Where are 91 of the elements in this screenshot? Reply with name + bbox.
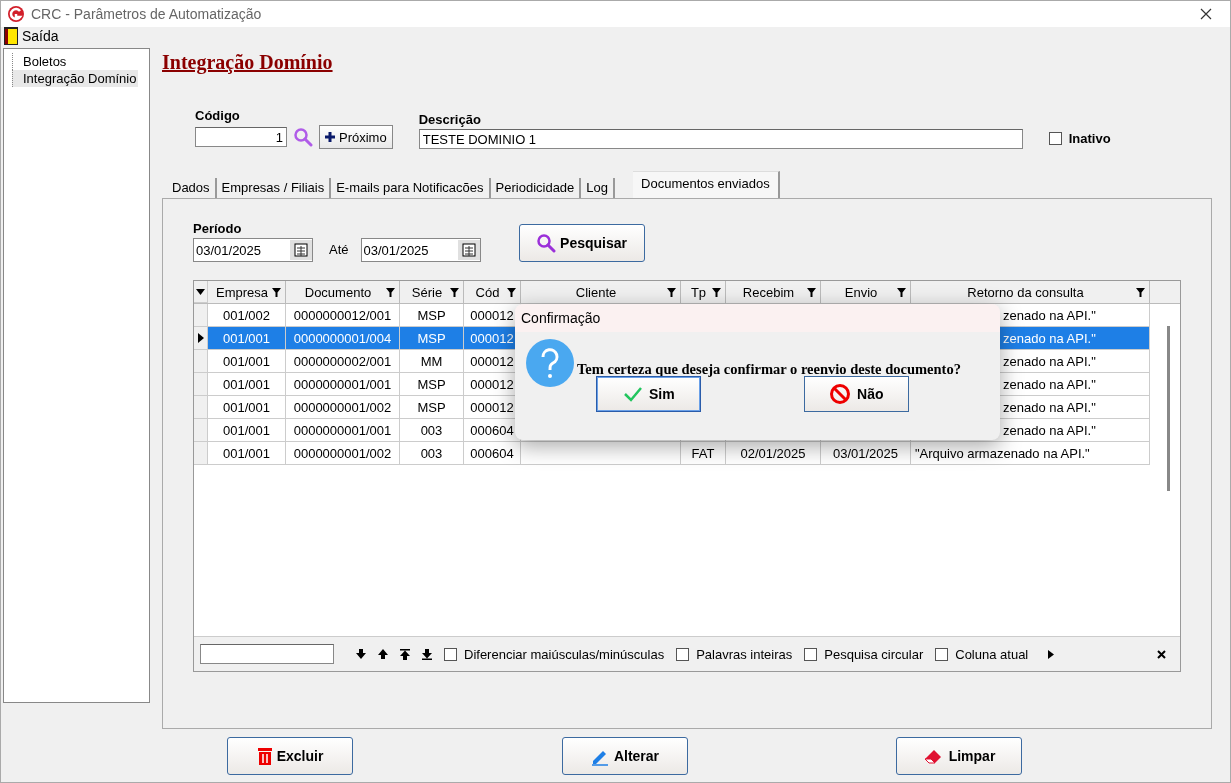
filter-icon[interactable] [507,287,516,297]
app-logo-icon [7,5,25,24]
column-header[interactable]: Envio [821,281,911,304]
tree-item[interactable]: Integração Domínio [12,70,139,88]
jump-top-icon[interactable] [400,648,410,660]
table-cell: 03/01/2025 [821,442,911,466]
jump-bottom-icon[interactable] [422,648,432,660]
column-header[interactable]: Cód [464,281,521,304]
arrow-right-icon[interactable] [1048,649,1055,659]
trash-icon [256,745,273,766]
dropdown-icon[interactable] [196,288,205,295]
field-label: Até [329,242,349,258]
action-button[interactable]: Excluir [227,736,353,775]
option-checkbox[interactable]: Diferenciar maiúsculas/minúsculas [444,646,665,662]
table-cell: 0000000001/004 [286,327,400,351]
question-icon [525,338,575,389]
row-pointer-icon [197,333,204,344]
filter-icon[interactable] [667,287,676,297]
checkmark-icon [622,386,643,403]
action-button[interactable]: Limpar [896,736,1022,775]
filter-icon[interactable] [897,287,906,297]
table-cell: 001/002 [208,304,286,328]
filter-icon[interactable] [272,287,281,297]
table-cell: 0000000001/001 [286,373,400,397]
column-header[interactable]: Empresa [208,281,286,304]
column-header[interactable]: Série [400,281,464,304]
arrow-up-icon[interactable] [378,649,388,660]
calendar-icon[interactable] [457,240,480,261]
table-cell: 001/001 [208,442,286,466]
column-header[interactable]: Retorno da consulta [911,281,1150,304]
find-field[interactable] [200,644,334,665]
column-header[interactable]: Tp [681,281,726,304]
option-checkbox[interactable]: Pesquisa circular [804,646,924,662]
arrow-down-icon[interactable] [356,649,366,660]
table-cell: 0000000001/002 [286,396,400,420]
window-title: CRC - Parâmetros de Automatização [31,6,263,23]
field-label: Período [193,221,243,237]
option-checkbox[interactable]: Coluna atual [935,646,1029,662]
dialog-title: Confirmação [521,310,601,327]
table-cell: MSP [400,327,464,351]
date-field[interactable]: 03/01/2025 [193,238,313,263]
calendar-icon[interactable] [290,240,312,261]
column-header[interactable]: Recebim [726,281,821,304]
table-cell: MSP [400,373,464,397]
table-cell: "Arquivo armazenado na API." [911,442,1150,466]
table-cell: 001/001 [208,350,286,374]
table-cell: 0000000002/001 [286,350,400,374]
table-cell: 02/01/2025 [726,442,821,466]
table-cell: 001/001 [208,327,286,351]
page-heading: Integração Domínio [162,51,334,75]
option-checkbox[interactable]: Palavras inteiras [676,646,793,662]
exit-door-icon [4,27,18,46]
table-cell: MSP [400,304,464,328]
dialog-button[interactable]: Sim [596,376,702,413]
table-cell: 0000000001/001 [286,419,400,443]
table-cell: FAT [681,442,726,466]
row-header[interactable] [194,327,208,351]
prohibited-icon [829,383,851,406]
next-button[interactable]: Próximo [319,125,393,150]
table-cell: 001/001 [208,396,286,420]
filter-icon[interactable] [712,287,721,297]
filter-icon[interactable] [386,287,395,297]
table-cell: 000604 [464,442,521,466]
column-header[interactable]: Cliente [521,281,681,304]
description-field[interactable]: TESTE DOMINIO 1 [418,129,1023,150]
field-label: Descrição [418,112,482,128]
search-button[interactable]: Pesquisar [518,224,645,263]
dialog-button[interactable]: Não [803,376,909,413]
code-field[interactable]: 1 [195,127,287,148]
table-cell: 001/001 [208,419,286,443]
table-cell: 003 [400,442,464,466]
menu-item[interactable]: Saída [22,28,59,45]
filter-icon[interactable] [1136,287,1145,297]
table-cell: MM [400,350,464,374]
filter-icon[interactable] [807,287,816,297]
table-cell: 003 [400,419,464,443]
search-icon [293,127,313,148]
table-cell: 001/001 [208,373,286,397]
date-field[interactable]: 03/01/2025 [360,238,481,263]
field-label: Código [195,108,241,124]
table-cell: MSP [400,396,464,420]
column-header[interactable]: Documento [286,281,400,304]
tab[interactable]: Documentos enviados [633,171,780,199]
table-cell: 0000000001/002 [286,442,400,466]
table-cell: 0000000012/001 [286,304,400,328]
search-icon [536,233,557,254]
action-button[interactable]: Alterar [561,736,688,775]
close-icon[interactable] [1200,8,1212,21]
filter-icon[interactable] [450,287,459,297]
plus-icon [325,132,335,143]
close-icon[interactable] [1157,649,1166,659]
